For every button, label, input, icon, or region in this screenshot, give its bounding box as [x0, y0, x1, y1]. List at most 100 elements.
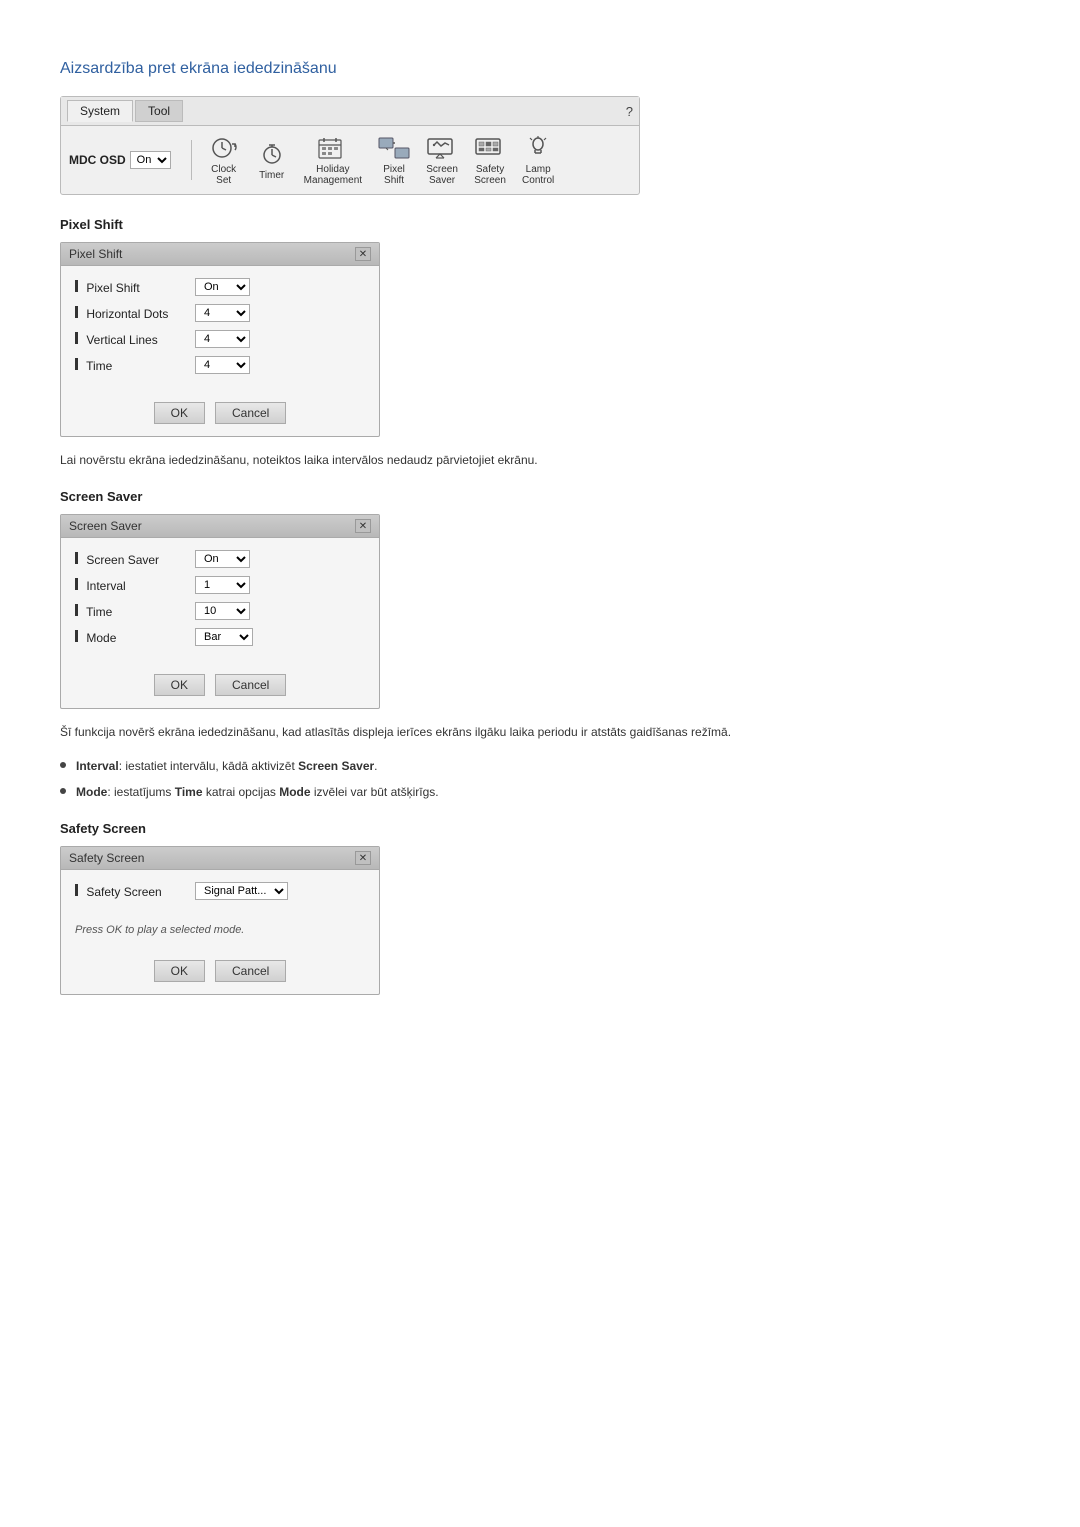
safety-screen-titlebar: Safety Screen ✕ — [61, 847, 379, 870]
label-bar-0 — [75, 280, 78, 292]
toolbar: System Tool ? MDC OSD On Off — [60, 96, 640, 195]
safety-screen-icon — [474, 134, 506, 162]
toolbar-separator — [191, 140, 192, 180]
screen-saver-section-title: Screen Saver — [60, 489, 1020, 504]
pixel-shift-label-line1: Pixel — [383, 164, 405, 175]
screen-saver-titlebar: Screen Saver ✕ — [61, 515, 379, 538]
lamp-control-icon — [522, 134, 554, 162]
pixel-shift-titlebar: Pixel Shift ✕ — [61, 243, 379, 266]
pixel-shift-dialog: Pixel Shift ✕ Pixel Shift OnOff Horizont… — [60, 242, 380, 437]
toolbar-item-screen-saver[interactable]: Screen Saver — [420, 132, 464, 188]
safety-screen-footer: OK Cancel — [61, 952, 379, 994]
mdc-osd-label: MDC OSD — [69, 153, 126, 167]
mdc-osd-control: MDC OSD On Off — [69, 151, 171, 169]
screen-saver-bold: Screen Saver — [298, 759, 374, 773]
mdc-osd-select[interactable]: On Off — [130, 151, 171, 169]
pixel-shift-select-2[interactable]: 4123 — [195, 330, 250, 348]
bullet-item-mode: Mode: iestatījums Time katrai opcijas Mo… — [60, 783, 1020, 801]
screen-saver-body: Screen Saver OnOff Interval 123 Time 105… — [61, 538, 379, 666]
pixel-shift-row-3: Time 4123 — [75, 356, 365, 374]
pixel-shift-icon — [378, 134, 410, 162]
label-bar-1 — [75, 306, 78, 318]
clock-set-label-line2: Set — [216, 175, 231, 186]
page-title: Aizsardzība pret ekrāna iededzināšanu — [60, 60, 1020, 78]
pixel-shift-select-0[interactable]: OnOff — [195, 278, 250, 296]
tab-system[interactable]: System — [67, 100, 133, 122]
pixel-shift-row-0: Pixel Shift OnOff — [75, 278, 365, 296]
toolbar-item-lamp-control[interactable]: Lamp Control — [516, 132, 560, 188]
safety-screen-label-0: Safety Screen — [75, 884, 195, 899]
clock-set-label-line1: Clock — [211, 164, 236, 175]
screen-saver-bullets: Interval: iestatiet intervālu, kādā akti… — [60, 757, 1020, 801]
pixel-shift-label-1: Horizontal Dots — [75, 306, 195, 321]
pixel-shift-row-1: Horizontal Dots 4123 — [75, 304, 365, 322]
safety-screen-dialog: Safety Screen ✕ Safety Screen Signal Pat… — [60, 846, 380, 995]
screen-saver-dialog: Screen Saver ✕ Screen Saver OnOff Interv… — [60, 514, 380, 709]
bullet-text-interval: Interval: iestatiet intervālu, kādā akti… — [76, 757, 378, 775]
holiday-label-line2: Management — [304, 175, 362, 186]
pixel-shift-label-2: Vertical Lines — [75, 332, 195, 347]
safety-screen-note: Press OK to play a selected mode. — [61, 920, 379, 942]
screen-saver-cancel-button[interactable]: Cancel — [215, 674, 286, 696]
label-bar-2 — [75, 332, 78, 344]
safety-screen-select-0[interactable]: Signal Patt...ScrollPixel — [195, 882, 288, 900]
safety-screen-label-line2: Screen — [474, 175, 506, 186]
safety-screen-dialog-title: Safety Screen — [69, 851, 144, 865]
timer-icon — [256, 140, 288, 168]
pixel-shift-select-3[interactable]: 4123 — [195, 356, 250, 374]
screen-saver-label-3: Mode — [75, 630, 195, 645]
bullet-text-mode: Mode: iestatījums Time katrai opcijas Mo… — [76, 783, 439, 801]
screen-saver-row-0: Screen Saver OnOff — [75, 550, 365, 568]
tab-tool[interactable]: Tool — [135, 100, 183, 122]
toolbar-tabs: System Tool ? — [61, 97, 639, 126]
time-bold: Time — [175, 785, 203, 799]
pixel-shift-section-title: Pixel Shift — [60, 217, 1020, 232]
pixel-shift-description: Lai novērstu ekrāna iededzināšanu, notei… — [60, 451, 1020, 469]
screen-saver-label-2: Time — [75, 604, 195, 619]
pixel-shift-label-line2: Shift — [384, 175, 404, 186]
timer-label: Timer — [259, 170, 284, 181]
toolbar-item-pixel-shift[interactable]: Pixel Shift — [372, 132, 416, 188]
screen-saver-row-1: Interval 123 — [75, 576, 365, 594]
safety-screen-row-0: Safety Screen Signal Patt...ScrollPixel — [75, 882, 365, 900]
screen-saver-select-3[interactable]: BarFadeScroll — [195, 628, 253, 646]
screen-saver-label-0: Screen Saver — [75, 552, 195, 567]
pixel-shift-dialog-title: Pixel Shift — [69, 247, 122, 261]
safety-screen-ok-button[interactable]: OK — [154, 960, 205, 982]
pixel-shift-ok-button[interactable]: OK — [154, 402, 205, 424]
bullet-dot-0 — [60, 762, 66, 768]
screen-saver-row-3: Mode BarFadeScroll — [75, 628, 365, 646]
screen-saver-select-0[interactable]: OnOff — [195, 550, 250, 568]
screen-saver-footer: OK Cancel — [61, 666, 379, 708]
holiday-label-line1: Holiday — [316, 164, 349, 175]
pixel-shift-footer: OK Cancel — [61, 394, 379, 436]
lamp-control-label-line2: Control — [522, 175, 554, 186]
screen-saver-label-line2: Saver — [429, 175, 455, 186]
toolbar-item-holiday[interactable]: Holiday Management — [298, 132, 368, 188]
pixel-shift-close-button[interactable]: ✕ — [355, 247, 371, 261]
screen-saver-close-button[interactable]: ✕ — [355, 519, 371, 533]
screen-saver-icon — [426, 134, 458, 162]
safety-screen-close-button[interactable]: ✕ — [355, 851, 371, 865]
lamp-control-label-line1: Lamp — [526, 164, 551, 175]
toolbar-item-safety-screen[interactable]: Safety Screen — [468, 132, 512, 188]
pixel-shift-body: Pixel Shift OnOff Horizontal Dots 4123 V… — [61, 266, 379, 394]
help-icon[interactable]: ? — [626, 104, 633, 119]
toolbar-item-clock-set[interactable]: Clock Set — [202, 132, 246, 188]
screen-saver-select-2[interactable]: 10515 — [195, 602, 250, 620]
toolbar-item-timer[interactable]: Timer — [250, 138, 294, 183]
pixel-shift-select-1[interactable]: 4123 — [195, 304, 250, 322]
safety-screen-section-title: Safety Screen — [60, 821, 1020, 836]
mode-bold-2: Mode — [279, 785, 310, 799]
screen-saver-description: Šī funkcija novērš ekrāna iededzināšanu,… — [60, 723, 1020, 741]
pixel-shift-cancel-button[interactable]: Cancel — [215, 402, 286, 424]
screen-saver-label-1: Interval — [75, 578, 195, 593]
bullet-dot-1 — [60, 788, 66, 794]
screen-saver-ok-button[interactable]: OK — [154, 674, 205, 696]
pixel-shift-row-2: Vertical Lines 4123 — [75, 330, 365, 348]
safety-screen-cancel-button[interactable]: Cancel — [215, 960, 286, 982]
clock-set-icon — [208, 134, 240, 162]
bullet-item-interval: Interval: iestatiet intervālu, kādā akti… — [60, 757, 1020, 775]
holiday-icon — [317, 134, 349, 162]
screen-saver-select-1[interactable]: 123 — [195, 576, 250, 594]
